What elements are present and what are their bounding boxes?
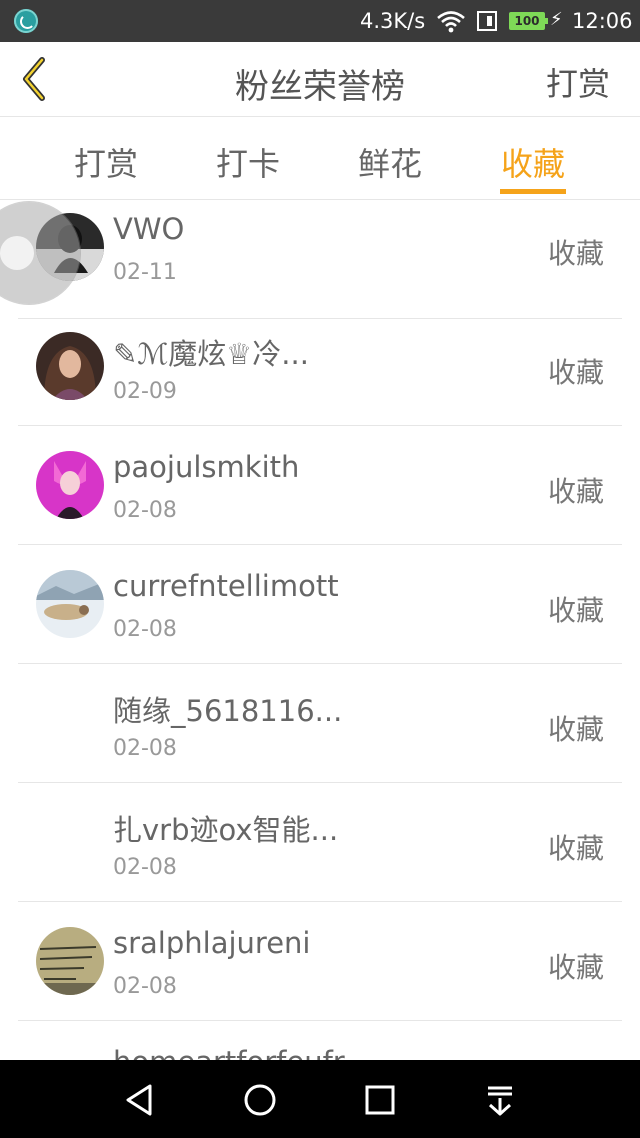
list-item[interactable]: 随缘_5618116... 02-08 收藏: [0, 664, 640, 783]
recents-square-icon[interactable]: [360, 1080, 400, 1120]
action-label: 收藏: [547, 832, 604, 865]
clock: 12:06: [572, 9, 633, 33]
user-name: ✎ℳ魔炫♕冷...: [113, 337, 309, 371]
list-item[interactable]: 扎vrb迹ox智能... 02-08 收藏: [0, 783, 640, 902]
network-speed: 4.3K/s: [360, 9, 426, 33]
avatar: [36, 570, 104, 638]
fan-list[interactable]: VWO 02-11 收藏 ✎ℳ魔炫♕冷... 02-09 收藏 paojulsm…: [0, 200, 640, 1060]
action-label: 收藏: [547, 594, 604, 627]
date: 02-08: [113, 855, 177, 880]
user-name: homeartforfeufr: [113, 1045, 345, 1060]
list-item[interactable]: paojulsmkith 02-08 收藏: [0, 426, 640, 545]
list-item[interactable]: currefntellimott 02-08 收藏: [0, 545, 640, 664]
tab-flowers[interactable]: 鲜花: [340, 139, 440, 185]
status-bar: 4.3K/s 100 ⚡ 12:06: [0, 0, 640, 42]
tab-reward[interactable]: 打赏: [56, 139, 156, 185]
date: 02-08: [113, 974, 177, 999]
list-item[interactable]: sralphlajureni 02-08 收藏: [0, 902, 640, 1021]
user-name: 扎vrb迹ox智能...: [113, 813, 339, 847]
navigation-bar: [0, 1060, 640, 1138]
tab-bar: 打赏 打卡 鲜花 收藏: [0, 117, 640, 200]
list-item[interactable]: ✎ℳ魔炫♕冷... 02-09 收藏: [0, 307, 640, 426]
action-label: 收藏: [547, 356, 604, 389]
page-title: 粉丝荣誉榜: [235, 67, 405, 107]
reward-button[interactable]: 打赏: [546, 59, 610, 105]
battery-icon: 100: [509, 12, 548, 30]
list-item[interactable]: homeartforfeufr: [0, 1021, 640, 1060]
app-notification-icon: [14, 9, 38, 33]
action-label: 收藏: [547, 951, 604, 984]
notification-pulldown-icon[interactable]: [480, 1080, 520, 1120]
tab-active-indicator: [500, 189, 566, 194]
tab-checkin[interactable]: 打卡: [198, 139, 298, 185]
avatar: [36, 451, 104, 519]
avatar: [36, 332, 104, 400]
date: 02-11: [113, 260, 177, 285]
user-name: paojulsmkith: [113, 450, 300, 484]
action-label: 收藏: [547, 237, 604, 270]
header: 粉丝荣誉榜 打赏: [0, 42, 640, 117]
action-label: 收藏: [547, 713, 604, 746]
date: 02-08: [113, 498, 177, 523]
back-triangle-icon[interactable]: [120, 1080, 160, 1120]
user-name: currefntellimott: [113, 569, 339, 603]
action-label: 收藏: [547, 475, 604, 508]
sim-card-icon: [477, 11, 497, 31]
home-circle-icon[interactable]: [240, 1080, 280, 1120]
list-item[interactable]: VWO 02-11 收藏: [0, 200, 640, 319]
date: 02-09: [113, 379, 177, 404]
wifi-icon: [437, 11, 465, 33]
user-name: VWO: [113, 212, 185, 246]
user-name: 随缘_5618116...: [113, 694, 343, 728]
user-name: sralphlajureni: [113, 926, 311, 960]
charging-icon: ⚡: [550, 9, 563, 30]
tab-favorites[interactable]: 收藏: [483, 139, 583, 185]
avatar: [36, 927, 104, 995]
date: 02-08: [113, 617, 177, 642]
date: 02-08: [113, 736, 177, 761]
